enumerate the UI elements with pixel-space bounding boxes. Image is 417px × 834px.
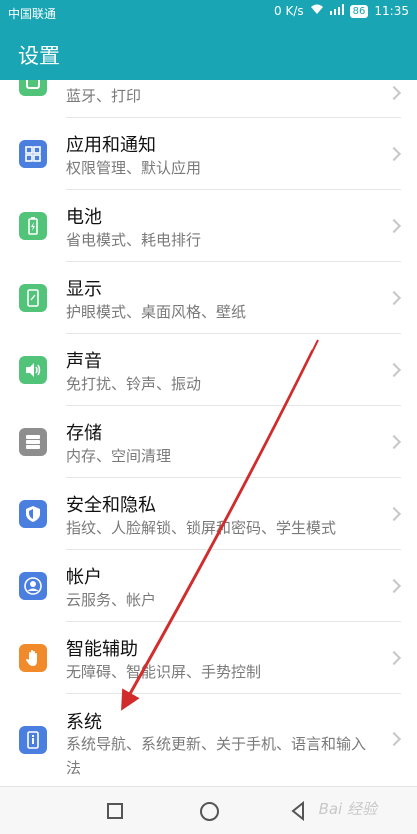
chevron-right-icon (386, 146, 402, 162)
item-title: 显示 (66, 279, 102, 300)
chevron-right-icon (386, 434, 402, 450)
chevron-right-icon (386, 650, 402, 666)
item-title: 智能辅助 (66, 639, 138, 660)
item-title: 声音 (66, 351, 102, 372)
signal-icon (329, 4, 344, 18)
item-subtitle: 内存、空间清理 (66, 447, 172, 465)
item-subtitle: 权限管理、默认应用 (66, 159, 202, 177)
hand-icon (19, 644, 47, 672)
item-title: 安全和隐私 (66, 495, 156, 516)
status-bar: 中国联通 0 K/s 86 11:35 (0, 0, 417, 26)
home-button[interactable] (200, 802, 219, 821)
item-title: 存储 (66, 423, 102, 444)
chevron-right-icon (386, 85, 402, 101)
battery-level: 86 (349, 4, 369, 18)
settings-item-connectivity[interactable]: 蓝牙、打印 (0, 80, 417, 118)
item-subtitle: 护眼模式、桌面风格、壁纸 (66, 303, 247, 321)
settings-item-display[interactable]: 显示 护眼模式、桌面风格、壁纸 (0, 262, 417, 334)
device-connectivity-icon (19, 80, 47, 96)
watermark: Bai 经验 (318, 800, 377, 818)
sound-icon (19, 356, 47, 384)
wifi-icon (310, 4, 324, 18)
carrier-label: 中国联通 (8, 7, 57, 21)
navigation-bar: Bai 经验 (0, 786, 417, 834)
clock: 11:35 (374, 4, 409, 18)
account-icon (19, 572, 47, 600)
item-subtitle: 系统导航、系统更新、关于手机、语言和输入法 (66, 735, 367, 777)
item-title: 帐户 (66, 567, 102, 588)
item-title: 电池 (66, 207, 102, 228)
app-bar: 设置 (0, 26, 417, 80)
system-info-icon (19, 726, 47, 754)
status-right: 0 K/s 86 11:35 (274, 4, 409, 18)
recent-apps-button[interactable] (107, 803, 123, 819)
display-icon (19, 284, 47, 312)
shield-icon (19, 500, 47, 528)
settings-item-security[interactable]: 安全和隐私 指纹、人脸解锁、锁屏和密码、学生模式 (0, 478, 417, 550)
item-subtitle: 蓝牙、打印 (66, 87, 142, 105)
chevron-right-icon (386, 218, 402, 234)
battery-icon (19, 212, 47, 240)
item-subtitle: 免打扰、铃声、振动 (66, 375, 202, 393)
apps-grid-icon (19, 140, 47, 168)
chevron-right-icon (386, 362, 402, 378)
network-speed: 0 K/s (274, 4, 304, 18)
item-subtitle: 省电模式、耗电排行 (66, 231, 202, 249)
settings-item-battery[interactable]: 电池 省电模式、耗电排行 (0, 190, 417, 262)
chevron-right-icon (386, 506, 402, 522)
chevron-right-icon (386, 290, 402, 306)
settings-item-storage[interactable]: 存储 内存、空间清理 (0, 406, 417, 478)
item-subtitle: 无障碍、智能识屏、手势控制 (66, 663, 262, 681)
item-subtitle: 指纹、人脸解锁、锁屏和密码、学生模式 (66, 519, 337, 537)
settings-list: 蓝牙、打印 应用和通知 权限管理、默认应用 电池 省电模式、耗电排行 显示 护眼… (0, 80, 417, 786)
chevron-right-icon (386, 731, 402, 747)
item-title: 应用和通知 (66, 135, 156, 156)
chevron-right-icon (386, 578, 402, 594)
item-subtitle: 云服务、帐户 (66, 591, 157, 609)
page-title: 设置 (18, 44, 60, 68)
settings-item-smart-assist[interactable]: 智能辅助 无障碍、智能识屏、手势控制 (0, 622, 417, 694)
settings-item-system[interactable]: 系统 系统导航、系统更新、关于手机、语言和输入法 (0, 694, 417, 786)
settings-item-account[interactable]: 帐户 云服务、帐户 (0, 550, 417, 622)
settings-item-apps[interactable]: 应用和通知 权限管理、默认应用 (0, 118, 417, 190)
storage-icon (19, 428, 47, 456)
item-title: 系统 (66, 712, 102, 733)
settings-item-sound[interactable]: 声音 免打扰、铃声、振动 (0, 334, 417, 406)
back-button[interactable] (290, 800, 306, 825)
